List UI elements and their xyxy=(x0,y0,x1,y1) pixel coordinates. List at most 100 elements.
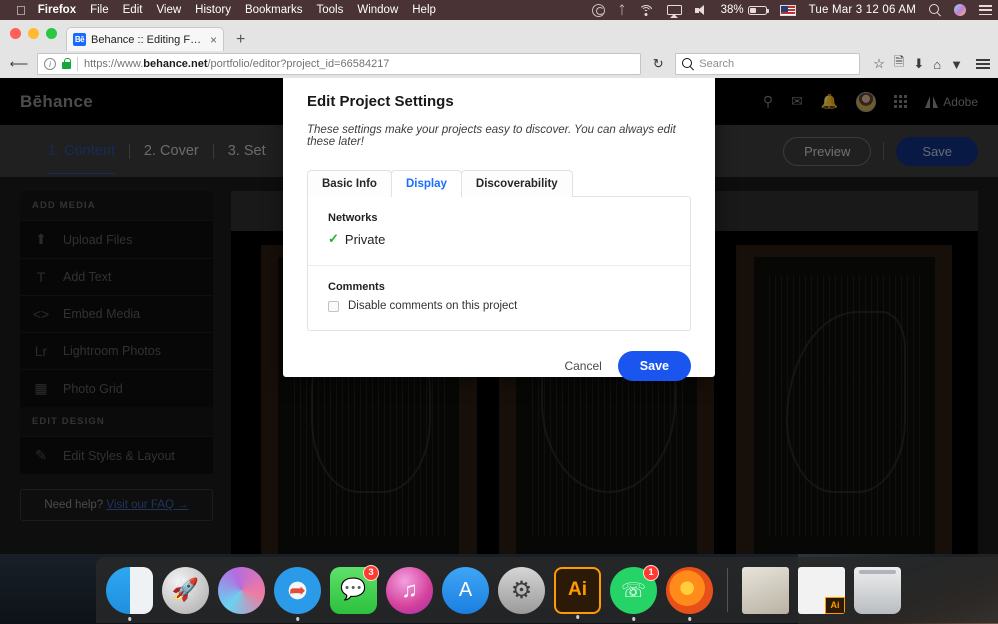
pocket-icon[interactable]: ▼ xyxy=(950,57,963,72)
dock-item-firefox[interactable]: Firefox xyxy=(666,566,713,621)
maximize-window-button[interactable] xyxy=(46,28,57,39)
dock-item-appstore[interactable]: A App Store xyxy=(442,566,489,614)
dock-item-finder[interactable]: Finder xyxy=(106,566,153,621)
speech-bubble-icon: 💬 xyxy=(340,578,367,601)
menu-item-history[interactable]: History xyxy=(195,4,231,16)
running-indicator xyxy=(295,617,300,621)
menu-item-edit[interactable]: Edit xyxy=(123,4,143,16)
creative-cloud-icon[interactable] xyxy=(592,3,606,17)
menu-item-file[interactable]: File xyxy=(90,4,109,16)
navigation-toolbar: ⟵ i https://www.behance.net/portfolio/ed… xyxy=(0,50,998,78)
badge-count: 3 xyxy=(363,564,379,581)
dock-item-whatsapp[interactable]: ☏ 1 WhatsApp xyxy=(610,564,659,621)
battery-icon xyxy=(747,5,769,15)
tab-discoverability[interactable]: Discoverability xyxy=(460,170,573,197)
dock-item-trash[interactable]: Trash xyxy=(854,566,901,614)
siri-icon[interactable] xyxy=(954,4,966,16)
modal-tab-panel: Networks ✓ Private Comments Disable comm… xyxy=(307,196,691,331)
dock-item-launchpad[interactable]: 🚀 Launchpad xyxy=(162,566,209,614)
menu-item-tools[interactable]: Tools xyxy=(316,4,343,16)
site-info-icon[interactable]: i xyxy=(44,58,56,70)
macos-dock: Finder 🚀 Launchpad Siri ➦ Safari 💬 3 Mes… xyxy=(96,557,998,623)
reload-button[interactable]: ↻ xyxy=(648,54,668,74)
page-title: Edit Project Settings xyxy=(307,93,454,110)
hamburger-menu-icon[interactable] xyxy=(976,59,990,69)
modal-footer: Cancel Save xyxy=(307,331,691,381)
search-icon[interactable] xyxy=(929,4,941,16)
behance-favicon: Bē xyxy=(73,33,86,46)
apple-icon[interactable]:  xyxy=(16,4,26,17)
tab-strip: Bē Behance :: Editing Fairytale... × + xyxy=(0,20,998,51)
toolbar-icons: ☆ 🗎 ⬇ ⌂ ▼ xyxy=(867,53,990,75)
back-button[interactable]: ⟵ xyxy=(8,53,30,75)
dock-item-itunes[interactable]: ♫ iTunes xyxy=(386,566,433,614)
window-controls[interactable] xyxy=(10,28,57,39)
battery-status[interactable]: 38% xyxy=(720,4,769,16)
edit-project-settings-modal: Edit Project Settings These settings mak… xyxy=(283,75,715,381)
home-icon[interactable]: ⌂ xyxy=(933,57,941,72)
dock-item-ai-file[interactable]: Ai xyxy=(798,566,845,614)
running-indicator xyxy=(127,617,132,621)
close-icon[interactable]: × xyxy=(210,34,217,46)
close-window-button[interactable] xyxy=(10,28,21,39)
menu-item-help[interactable]: Help xyxy=(412,4,436,16)
menu-item-view[interactable]: View xyxy=(156,4,181,16)
search-icon xyxy=(682,58,694,70)
dock-item-siri[interactable]: Siri xyxy=(218,566,265,614)
lock-icon xyxy=(62,57,72,69)
network-private-row[interactable]: ✓ Private xyxy=(328,231,670,247)
cancel-button[interactable]: Cancel xyxy=(564,359,601,373)
save-button[interactable]: Save xyxy=(617,351,691,381)
running-indicator xyxy=(631,617,636,621)
gear-icon: ⚙ xyxy=(510,576,533,604)
tab-title: Behance :: Editing Fairytale... xyxy=(91,33,206,46)
compass-icon: ➦ xyxy=(289,579,306,602)
address-bar[interactable]: i https://www.behance.net/portfolio/edit… xyxy=(37,53,642,75)
wifi-icon[interactable] xyxy=(639,4,654,16)
disable-comments-checkbox[interactable] xyxy=(328,300,339,312)
tab-basic-info[interactable]: Basic Info xyxy=(307,170,392,197)
list-icon[interactable] xyxy=(979,5,992,15)
running-indicator xyxy=(575,615,580,619)
bluetooth-icon[interactable]: ᛏ xyxy=(618,4,625,16)
firefox-window-chrome: Bē Behance :: Editing Fairytale... × + ⟵… xyxy=(0,20,998,78)
dock-item-illustrator[interactable]: Ai xyxy=(554,566,601,619)
url-scheme: https://www. xyxy=(84,58,144,70)
macos-menu-bar:  Firefox File Edit View History Bookmar… xyxy=(0,0,998,20)
new-tab-button[interactable]: + xyxy=(236,32,245,48)
illustrator-icon: Ai xyxy=(825,596,845,614)
reader-icon[interactable]: 🗎 xyxy=(894,53,904,75)
music-note-icon: ♫ xyxy=(401,577,418,602)
menubar-clock[interactable]: Tue Mar 3 12 06 AM xyxy=(809,4,916,16)
phone-icon: ☏ xyxy=(620,579,646,602)
networks-label: Networks xyxy=(328,212,378,224)
star-icon[interactable]: ☆ xyxy=(873,56,885,72)
menu-item-window[interactable]: Window xyxy=(357,4,398,16)
browser-tab-behance[interactable]: Bē Behance :: Editing Fairytale... × xyxy=(66,27,225,51)
search-bar[interactable]: Search xyxy=(675,53,861,75)
disable-comments-row[interactable]: Disable comments on this project xyxy=(328,300,670,312)
menu-item-bookmarks[interactable]: Bookmarks xyxy=(245,4,303,16)
volume-icon[interactable] xyxy=(694,4,708,16)
minimize-window-button[interactable] xyxy=(28,28,39,39)
tab-display[interactable]: Display xyxy=(390,170,462,198)
download-icon[interactable]: ⬇ xyxy=(913,56,924,72)
screen:  Firefox File Edit View History Bookmar… xyxy=(0,0,998,624)
search-input[interactable]: Search xyxy=(699,58,734,70)
illustrator-icon: Ai xyxy=(568,579,587,600)
dock-separator xyxy=(727,568,728,612)
us-flag-icon[interactable] xyxy=(779,4,796,16)
dock-item-messages[interactable]: 💬 3 Messages xyxy=(330,564,379,614)
modal-subtitle: These settings make your projects easy t… xyxy=(307,124,676,148)
menu-item-firefox[interactable]: Firefox xyxy=(38,4,76,16)
app-store-icon: A xyxy=(458,578,473,601)
battery-percent-label: 38% xyxy=(720,4,744,16)
comments-label: Comments xyxy=(328,281,385,293)
comments-section: Comments Disable comments on this projec… xyxy=(308,265,690,330)
networks-section: Networks ✓ Private xyxy=(308,197,690,265)
network-value: Private xyxy=(344,231,386,247)
dock-item-documents[interactable]: Documents xyxy=(742,566,789,614)
dock-item-safari[interactable]: ➦ Safari xyxy=(274,566,321,621)
dock-item-system-preferences[interactable]: ⚙ System Preferences xyxy=(498,566,545,614)
airplay-icon[interactable] xyxy=(666,5,682,15)
